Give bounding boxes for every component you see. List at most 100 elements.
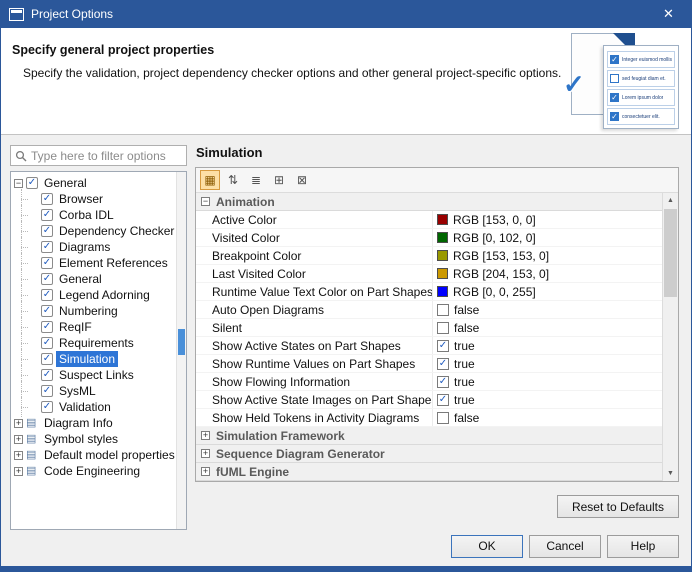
expand-group-icon[interactable]: + xyxy=(201,467,210,476)
property-value[interactable]: false xyxy=(433,319,662,336)
property-row-active-color[interactable]: Active ColorRGB [153, 0, 0] xyxy=(196,211,662,229)
property-row-silent[interactable]: Silentfalse xyxy=(196,319,662,337)
property-row-last-visited-color[interactable]: Last Visited ColorRGB [204, 153, 0] xyxy=(196,265,662,283)
tree-item-default-model-properties[interactable]: +▤Default model properties xyxy=(14,447,173,463)
tree-item-reqif[interactable]: ✓ReqIF xyxy=(14,319,173,335)
sort-alphabetically-icon[interactable]: ⇅ xyxy=(223,170,243,190)
tree-item-dependency-checker[interactable]: ✓Dependency Checker xyxy=(14,223,173,239)
property-row-show-active-state-images-on-part-shapes[interactable]: Show Active State Images on Part Shapes✓… xyxy=(196,391,662,409)
property-value[interactable]: ✓true xyxy=(433,355,662,372)
checkbox-unchecked-icon[interactable] xyxy=(437,412,449,424)
expand-group-icon[interactable]: + xyxy=(201,431,210,440)
tree-item-requirements[interactable]: ✓Requirements xyxy=(14,335,173,351)
group-sequence-diagram-generator[interactable]: +Sequence Diagram Generator xyxy=(196,445,662,463)
property-value[interactable]: RGB [0, 0, 255] xyxy=(433,283,662,300)
property-row-show-runtime-values-on-part-shapes[interactable]: Show Runtime Values on Part Shapes✓true xyxy=(196,355,662,373)
scroll-down-icon[interactable]: ▼ xyxy=(663,466,678,481)
options-tree[interactable]: −✓General✓Browser✓Corba IDL✓Dependency C… xyxy=(10,171,187,530)
expand-toggle-icon[interactable]: + xyxy=(14,467,23,476)
property-row-runtime-value-text-color-on-part-shapes[interactable]: Runtime Value Text Color on Part ShapesR… xyxy=(196,283,662,301)
checkbox-checked-icon[interactable]: ✓ xyxy=(41,193,53,205)
checkbox-checked-icon[interactable]: ✓ xyxy=(41,209,53,221)
property-value[interactable]: ✓true xyxy=(433,391,662,408)
collapse-toggle-icon[interactable]: − xyxy=(14,179,23,188)
checkbox-checked-icon[interactable]: ✓ xyxy=(41,257,53,269)
checkbox-checked-icon[interactable]: ✓ xyxy=(41,273,53,285)
property-row-show-active-states-on-part-shapes[interactable]: Show Active States on Part Shapes✓true xyxy=(196,337,662,355)
checkbox-unchecked-icon[interactable] xyxy=(437,304,449,316)
property-value[interactable]: RGB [153, 153, 0] xyxy=(433,247,662,264)
property-row-breakpoint-color[interactable]: Breakpoint ColorRGB [153, 153, 0] xyxy=(196,247,662,265)
checkbox-checked-icon[interactable]: ✓ xyxy=(41,385,53,397)
tree-item-sysml[interactable]: ✓SysML xyxy=(14,383,173,399)
checkbox-checked-icon[interactable]: ✓ xyxy=(41,241,53,253)
group-fuml-engine[interactable]: +fUML Engine xyxy=(196,463,662,481)
checkbox-checked-icon[interactable]: ✓ xyxy=(41,369,53,381)
close-icon[interactable]: ✕ xyxy=(646,0,691,28)
tree-item-numbering[interactable]: ✓Numbering xyxy=(14,303,173,319)
property-row-auto-open-diagrams[interactable]: Auto Open Diagramsfalse xyxy=(196,301,662,319)
collapse-group-icon[interactable]: − xyxy=(201,197,210,206)
group-animation[interactable]: −Animation xyxy=(196,193,662,211)
checkbox-checked-icon[interactable]: ✓ xyxy=(437,394,449,406)
tree-item-legend-adorning[interactable]: ✓Legend Adorning xyxy=(14,287,173,303)
property-value[interactable]: false xyxy=(433,409,662,426)
tree-item-code-engineering[interactable]: +▤Code Engineering xyxy=(14,463,173,479)
table-scrollbar-thumb[interactable] xyxy=(664,209,677,297)
tree-item-diagram-info[interactable]: +▤Diagram Info xyxy=(14,415,173,431)
checkbox-checked-icon[interactable]: ✓ xyxy=(41,353,53,365)
tree-item-general[interactable]: ✓General xyxy=(14,271,173,287)
tree-scrollbar-thumb[interactable] xyxy=(178,329,185,355)
group-simulation-framework[interactable]: +Simulation Framework xyxy=(196,427,662,445)
ok-button[interactable]: OK xyxy=(451,535,523,558)
checkbox-checked-icon[interactable]: ✓ xyxy=(41,337,53,349)
expand-toggle-icon[interactable]: + xyxy=(14,419,23,428)
checkbox-checked-icon[interactable]: ✓ xyxy=(41,225,53,237)
tree-item-general[interactable]: −✓General xyxy=(14,175,173,191)
property-value[interactable]: RGB [204, 153, 0] xyxy=(433,265,662,282)
show-description-icon[interactable]: ≣ xyxy=(246,170,266,190)
property-value[interactable]: RGB [153, 0, 0] xyxy=(433,211,662,228)
filter-input[interactable] xyxy=(31,149,182,163)
checklist-line: ✓Integer euismod mollis xyxy=(607,51,675,68)
checkbox-checked-icon[interactable]: ✓ xyxy=(437,340,449,352)
property-value[interactable]: ✓true xyxy=(433,337,662,354)
help-button[interactable]: Help xyxy=(607,535,679,558)
tree-item-browser[interactable]: ✓Browser xyxy=(14,191,173,207)
checkbox-checked-icon[interactable]: ✓ xyxy=(26,177,38,189)
table-scrollbar[interactable]: ▲ ▼ xyxy=(662,193,678,481)
property-row-visited-color[interactable]: Visited ColorRGB [0, 102, 0] xyxy=(196,229,662,247)
titlebar[interactable]: Project Options ✕ xyxy=(1,0,691,28)
checkbox-checked-icon[interactable]: ✓ xyxy=(437,376,449,388)
tree-item-element-references[interactable]: ✓Element References xyxy=(14,255,173,271)
property-value[interactable]: RGB [0, 102, 0] xyxy=(433,229,662,246)
tree-item-suspect-links[interactable]: ✓Suspect Links xyxy=(14,367,173,383)
scroll-up-icon[interactable]: ▲ xyxy=(663,193,678,208)
expand-group-icon[interactable]: + xyxy=(201,449,210,458)
categorized-view-icon[interactable]: ▦ xyxy=(200,170,220,190)
collapse-all-icon[interactable]: ⊠ xyxy=(292,170,312,190)
reset-to-defaults-button[interactable]: Reset to Defaults xyxy=(557,495,679,518)
tree-item-corba-idl[interactable]: ✓Corba IDL xyxy=(14,207,173,223)
tree-item-validation[interactable]: ✓Validation xyxy=(14,399,173,415)
checkbox-checked-icon[interactable]: ✓ xyxy=(41,289,53,301)
tree-item-symbol-styles[interactable]: +▤Symbol styles xyxy=(14,431,173,447)
expand-all-icon[interactable]: ⊞ xyxy=(269,170,289,190)
property-row-show-flowing-information[interactable]: Show Flowing Information✓true xyxy=(196,373,662,391)
checkbox-unchecked-icon[interactable] xyxy=(437,322,449,334)
property-row-show-held-tokens-in-activity-diagrams[interactable]: Show Held Tokens in Activity Diagramsfal… xyxy=(196,409,662,427)
cancel-button[interactable]: Cancel xyxy=(529,535,601,558)
checkbox-checked-icon[interactable]: ✓ xyxy=(41,321,53,333)
tree-item-simulation[interactable]: ✓Simulation xyxy=(14,351,173,367)
expand-toggle-icon[interactable]: + xyxy=(14,435,23,444)
expand-toggle-icon[interactable]: + xyxy=(14,451,23,460)
tree-item-diagrams[interactable]: ✓Diagrams xyxy=(14,239,173,255)
property-value[interactable]: false xyxy=(433,301,662,318)
checkbox-checked-icon[interactable]: ✓ xyxy=(437,358,449,370)
filter-box[interactable] xyxy=(10,145,187,166)
tree-scrollbar[interactable] xyxy=(176,172,186,529)
property-name: Show Runtime Values on Part Shapes xyxy=(196,355,433,372)
property-value[interactable]: ✓true xyxy=(433,373,662,390)
checkbox-checked-icon[interactable]: ✓ xyxy=(41,305,53,317)
checkbox-checked-icon[interactable]: ✓ xyxy=(41,401,53,413)
